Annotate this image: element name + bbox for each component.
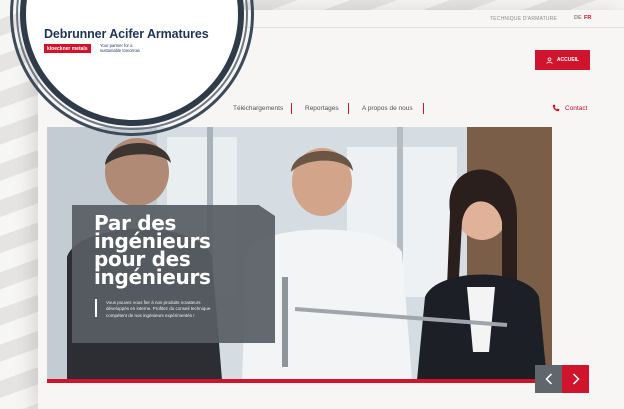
nav-item-reportages[interactable]: Reportages [305,105,339,112]
text-marker [95,299,97,317]
logo-title[interactable]: Debrunner Acifer Armatures [44,27,209,41]
kloeckner-logo: kloeckner metals [44,44,91,53]
lang-fr-link[interactable]: FR [584,15,591,21]
hero-accent-bar [47,379,552,383]
hero-headline: Par des ingénieurs pour des ingénieurs [94,213,274,289]
account-button[interactable]: ACCUEIL [535,50,590,70]
chevron-left-icon [544,373,552,385]
nav-item-telechargements[interactable]: Téléchargements [233,105,283,112]
hero-text: Vous pouvez vous fier à nos produits nov… [106,300,256,319]
nav-separator [423,103,424,114]
top-link[interactable]: TECHNIQUE D'ARMATURE [490,16,557,22]
nav-item-a-propos[interactable]: A propos de nous [362,105,413,112]
contact-label: Contact [565,104,588,112]
user-icon [546,56,553,64]
carousel-next-button[interactable] [562,365,589,393]
tagline-line: sustainable tomorrow [100,47,140,53]
phone-icon [552,104,560,112]
lang-de-link[interactable]: DE [574,15,582,21]
nav-separator [291,103,292,114]
hero-text-line: compétent de nos ingénieurs expérimentés… [106,312,195,318]
nav-separator [348,103,349,114]
logo-tagline: Your partner for a sustainable tomorrow [100,43,140,54]
contact-link[interactable]: Contact [552,104,587,112]
carousel-prev-button[interactable] [535,365,562,393]
headline-line: ingénieurs [94,265,211,289]
account-label: ACCUEIL [556,57,580,63]
chevron-right-icon [572,373,580,385]
